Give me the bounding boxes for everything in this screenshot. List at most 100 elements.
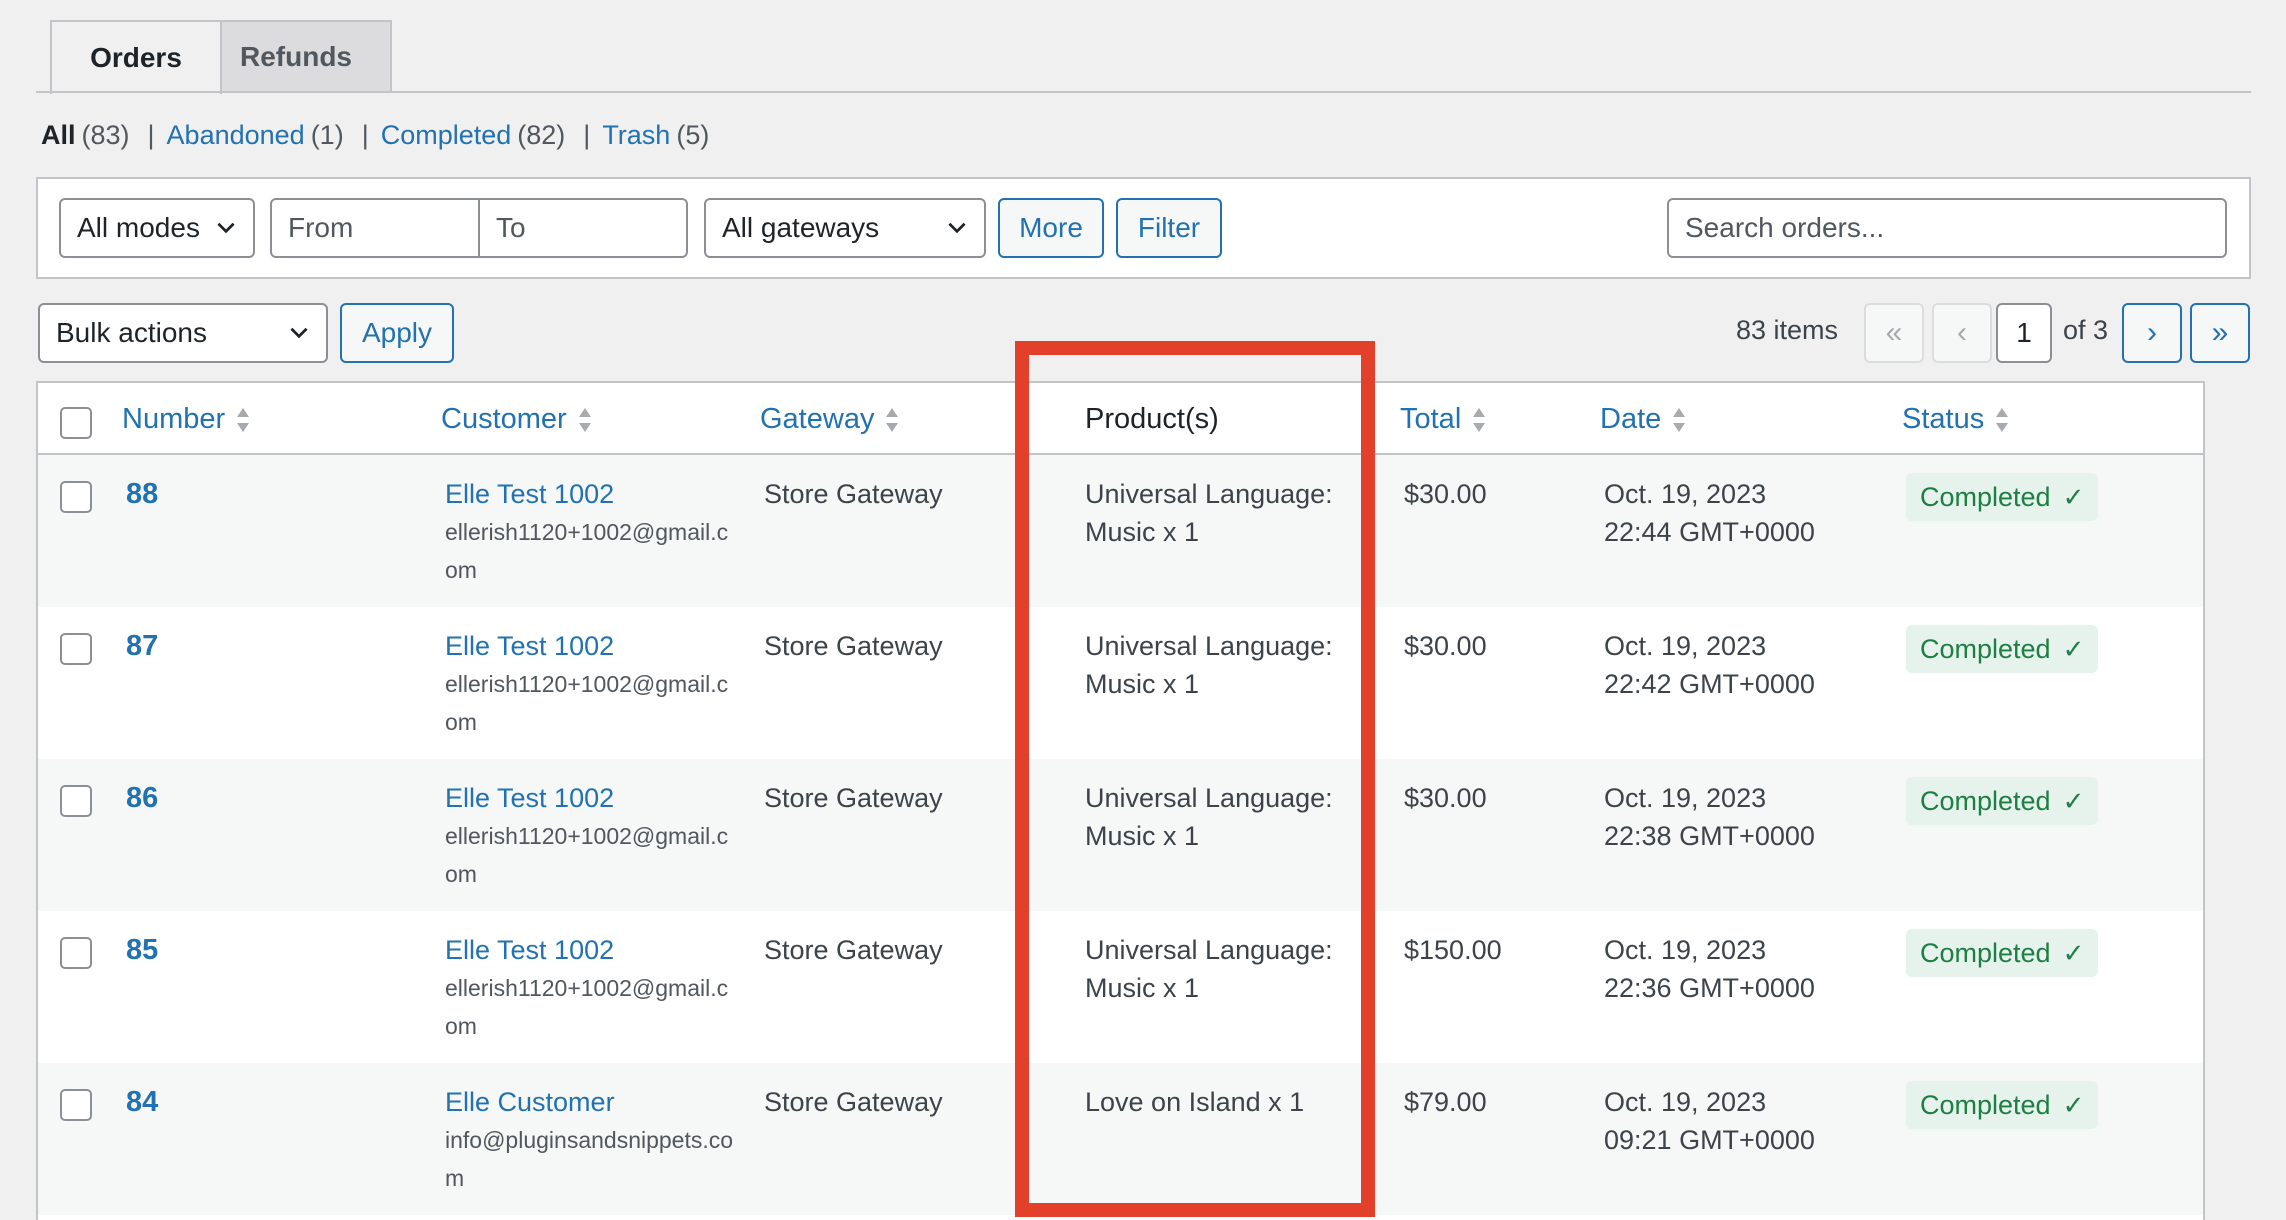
search-input[interactable]: Search orders... — [1667, 198, 2227, 258]
view-separator: | — [147, 120, 155, 150]
tab-orders[interactable]: Orders — [50, 20, 222, 94]
column-total[interactable]: Total — [1400, 403, 1487, 436]
checkmark-icon: ✓ — [2062, 1089, 2085, 1120]
select-all-checkbox[interactable] — [60, 407, 92, 439]
gateway-cell: Store Gateway — [764, 479, 943, 509]
status-label: Completed — [1920, 785, 2051, 816]
order-number-link[interactable]: 86 — [126, 779, 158, 817]
customer-name-link[interactable]: Elle Customer — [445, 1083, 735, 1121]
product-line: Music x 1 — [1085, 973, 1200, 1003]
bulk-actions-value: Bulk actions — [56, 317, 207, 348]
order-number-link[interactable]: 84 — [126, 1083, 158, 1121]
table-row: 84 Elle Customer info@pluginsandsnippets… — [38, 1063, 2203, 1215]
status-badge: Completed ✓ — [1906, 777, 2099, 825]
view-completed-count: (82) — [517, 120, 566, 150]
product-line: Universal Language: — [1085, 479, 1333, 509]
customer-name-link[interactable]: Elle Test 1002 — [445, 627, 735, 665]
order-number-link[interactable]: 88 — [126, 475, 158, 513]
gateway-cell: Store Gateway — [764, 783, 943, 813]
time-line: 22:38 GMT+0000 — [1604, 821, 1815, 851]
items-count: 83 items — [1736, 315, 1839, 345]
view-trash[interactable]: Trash — [602, 120, 670, 150]
column-gateway[interactable]: Gateway — [760, 403, 900, 436]
total-cell: $30.00 — [1404, 631, 1487, 661]
tab-refunds[interactable]: Refunds — [200, 20, 392, 92]
first-page-button[interactable]: « — [1864, 303, 1924, 363]
total-pages: of 3 — [2063, 315, 2109, 345]
status-views: All (83) | Abandoned (1) | Completed (82) | Trash… — [41, 120, 715, 151]
product-line: Music x 1 — [1085, 821, 1200, 851]
table-header: Number Customer Gateway Product(s) Total… — [38, 383, 2203, 455]
view-abandoned[interactable]: Abandoned — [167, 120, 305, 150]
products-cell: Love on Island x 1 — [1085, 1083, 1304, 1121]
column-customer-label: Customer — [441, 403, 567, 435]
gateway-select-value: All gateways — [722, 212, 880, 243]
order-number-link[interactable]: 85 — [126, 931, 158, 969]
sort-icon — [886, 407, 899, 432]
gateway-cell: Store Gateway — [764, 935, 943, 965]
chevron-down-icon — [217, 222, 235, 234]
customer-email: info@pluginsandsnippets.com — [445, 1127, 734, 1191]
date-cell: Oct. 19, 2023 22:42 GMT+0000 — [1604, 627, 1815, 703]
date-line: Oct. 19, 2023 — [1604, 935, 1767, 965]
products-cell: Universal Language: Music x 1 — [1085, 627, 1333, 703]
product-line: Love on Island x 1 — [1085, 1087, 1305, 1117]
order-number-link[interactable]: 87 — [126, 627, 158, 665]
customer-email: ellerish1120+1002@gmail.com — [445, 823, 729, 887]
last-page-button[interactable]: » — [2190, 303, 2250, 363]
row-checkbox[interactable] — [60, 481, 92, 513]
date-to-placeholder: To — [496, 212, 526, 243]
date-to-input[interactable]: To — [478, 198, 688, 258]
total-cell: $30.00 — [1404, 479, 1487, 509]
column-date[interactable]: Date — [1600, 403, 1687, 436]
current-page-value: 1 — [2016, 317, 2032, 348]
status-badge: Completed ✓ — [1906, 473, 2099, 521]
current-page-input[interactable]: 1 — [1996, 303, 2052, 363]
filter-button-label: Filter — [1137, 212, 1201, 243]
column-gateway-label: Gateway — [760, 403, 875, 435]
more-button[interactable]: More — [998, 198, 1104, 258]
mode-select[interactable]: All modes — [59, 198, 255, 258]
filter-button[interactable]: Filter — [1116, 198, 1222, 258]
products-cell: Universal Language: Music x 1 — [1085, 779, 1333, 855]
apply-button-label: Apply — [361, 317, 433, 348]
status-label: Completed — [1920, 1089, 2051, 1120]
date-from-input[interactable]: From — [270, 198, 480, 258]
customer-name-link[interactable]: Elle Test 1002 — [445, 779, 735, 817]
customer-name-link[interactable]: Elle Test 1002 — [445, 931, 735, 969]
view-completed[interactable]: Completed — [381, 120, 512, 150]
customer-cell: Elle Test 1002 ellerish1120+1002@gmail.c… — [445, 779, 735, 893]
customer-cell: Elle Customer info@pluginsandsnippets.co… — [445, 1083, 735, 1197]
status-label: Completed — [1920, 481, 2051, 512]
customer-email: ellerish1120+1002@gmail.com — [445, 671, 729, 735]
row-checkbox[interactable] — [60, 937, 92, 969]
date-from-placeholder: From — [288, 212, 354, 243]
status-badge: Completed ✓ — [1906, 625, 2099, 673]
row-checkbox[interactable] — [60, 633, 92, 665]
view-abandoned-count: (1) — [310, 120, 344, 150]
checkmark-icon: ✓ — [2062, 633, 2085, 664]
sort-icon — [1996, 407, 2009, 432]
status-badge: Completed ✓ — [1906, 929, 2099, 977]
product-line: Universal Language: — [1085, 631, 1333, 661]
view-all[interactable]: All — [41, 120, 76, 150]
next-page-button[interactable]: › — [2122, 303, 2182, 363]
products-cell: Universal Language: Music x 1 — [1085, 475, 1333, 551]
gateway-select[interactable]: All gateways — [704, 198, 986, 258]
column-products-label: Product(s) — [1085, 403, 1219, 435]
time-line: 22:44 GMT+0000 — [1604, 517, 1815, 547]
column-number[interactable]: Number — [122, 403, 251, 436]
prev-page-button[interactable]: ‹ — [1932, 303, 1992, 363]
customer-cell: Elle Test 1002 ellerish1120+1002@gmail.c… — [445, 931, 735, 1045]
bulk-actions-select[interactable]: Bulk actions — [38, 303, 328, 363]
row-checkbox[interactable] — [60, 785, 92, 817]
chevron-right-icon: › — [2147, 316, 2157, 349]
row-checkbox[interactable] — [60, 1089, 92, 1121]
view-trash-count: (5) — [676, 120, 710, 150]
column-customer[interactable]: Customer — [441, 403, 593, 436]
checkmark-icon: ✓ — [2062, 785, 2085, 816]
search-placeholder: Search orders... — [1685, 212, 1885, 243]
column-status[interactable]: Status — [1902, 403, 2010, 436]
apply-button[interactable]: Apply — [340, 303, 454, 363]
customer-name-link[interactable]: Elle Test 1002 — [445, 475, 735, 513]
